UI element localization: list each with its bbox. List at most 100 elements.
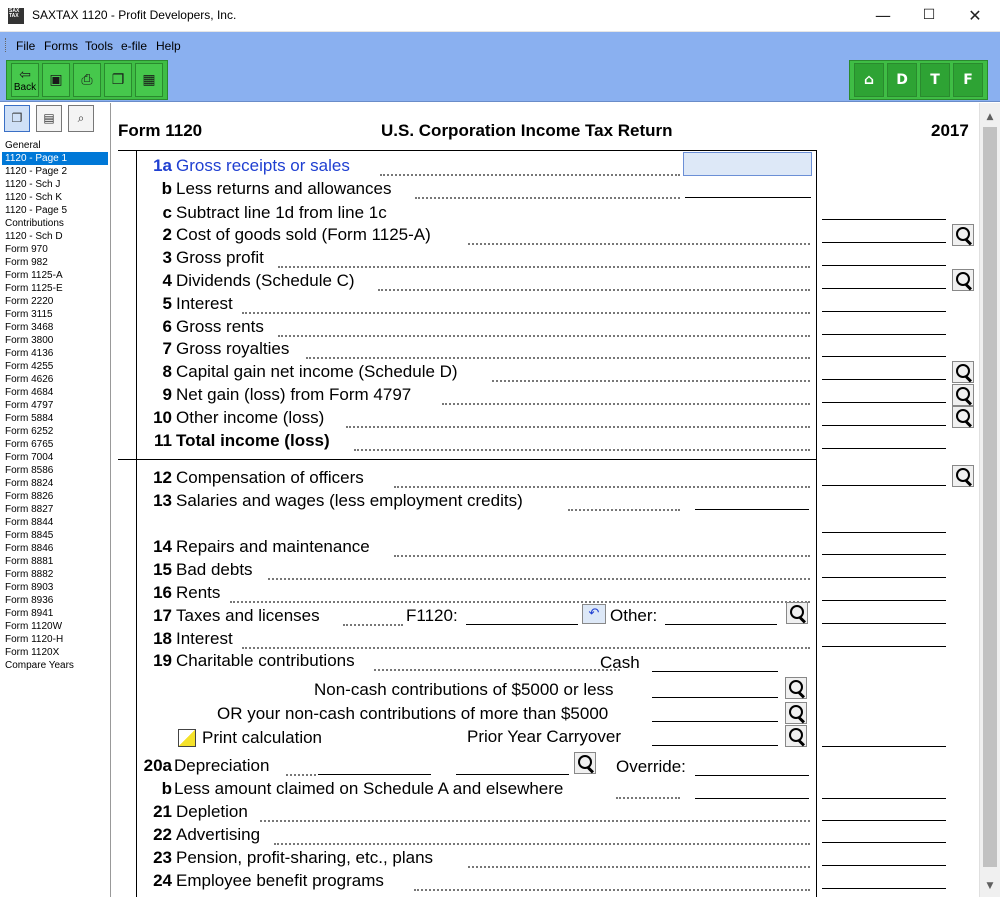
taxes-f1120-input[interactable] (466, 605, 578, 625)
close-button[interactable]: ✕ (952, 0, 998, 31)
noncash-more-input[interactable] (652, 702, 778, 722)
depreciation-override-input[interactable] (695, 756, 809, 776)
sidebar-form-item[interactable]: Form 1120W (2, 620, 108, 633)
sidebar-form-item[interactable]: Form 8881 (2, 555, 108, 568)
line-4-lookup-button[interactable] (952, 269, 974, 291)
sidebar-form-item[interactable]: 1120 - Page 5 (2, 204, 108, 217)
sidebar-form-item[interactable]: Form 3115 (2, 308, 108, 321)
sidebar-form-item[interactable]: Form 1125-A (2, 269, 108, 282)
line-12-amount[interactable] (822, 466, 946, 486)
line-13-amount[interactable] (822, 513, 946, 533)
sidebar-form-item[interactable]: Form 4255 (2, 360, 108, 373)
sidebar-form-item[interactable]: Form 8936 (2, 594, 108, 607)
scroll-up-arrow-icon[interactable]: ▲ (980, 109, 1000, 126)
line-9-lookup-button[interactable] (952, 384, 974, 406)
depreciation-secondary-input[interactable] (456, 755, 569, 775)
sidebar-form-item[interactable]: Form 8941 (2, 607, 108, 620)
sidebar-form-item[interactable]: Form 6765 (2, 438, 108, 451)
restore-button[interactable]: ↶ (582, 604, 606, 624)
irs-efile-button[interactable]: D (887, 63, 917, 97)
maximize-button[interactable]: ☐ (906, 0, 952, 31)
line-18-amount[interactable] (822, 627, 946, 647)
line-17-lookup-button[interactable] (786, 602, 808, 624)
depreciation-input[interactable] (318, 755, 431, 775)
line-6-amount[interactable] (822, 315, 946, 335)
line-5-amount[interactable] (822, 292, 946, 312)
home-button[interactable]: ⌂ (854, 63, 884, 97)
sidebar-form-item[interactable]: General (2, 139, 108, 152)
sidebar-form-item[interactable]: Form 8844 (2, 516, 108, 529)
cash-contributions-input[interactable] (652, 652, 778, 672)
line-8-amount[interactable] (822, 360, 946, 380)
pages-view-button[interactable]: ❐ (4, 105, 30, 132)
line-21-amount[interactable] (822, 801, 946, 821)
sidebar-form-item[interactable]: 1120 - Page 2 (2, 165, 108, 178)
taxes-other-input[interactable] (665, 605, 777, 625)
print-calculation-checkbox[interactable] (178, 729, 196, 747)
prior-year-carryover-input[interactable] (652, 726, 778, 746)
sidebar-form-item[interactable]: 1120 - Sch J (2, 178, 108, 191)
calculator-button[interactable]: ▦ (135, 63, 163, 97)
line-19-amount[interactable] (822, 727, 946, 747)
salaries-wages-input[interactable] (695, 490, 809, 510)
sidebar-form-item[interactable]: 1120 - Sch K (2, 191, 108, 204)
document-view-button[interactable]: ▤ (36, 105, 62, 132)
copy-button[interactable]: ❐ (104, 63, 132, 97)
print-button[interactable]: ⎙ (73, 63, 101, 97)
sidebar-form-item[interactable]: Form 1125-E (2, 282, 108, 295)
preview-button[interactable]: ⌕ (68, 105, 94, 132)
sidebar-form-item[interactable]: Form 970 (2, 243, 108, 256)
sidebar-form-item[interactable]: Form 8826 (2, 490, 108, 503)
sidebar-form-item[interactable]: Form 8824 (2, 477, 108, 490)
menu-help[interactable]: Help (156, 39, 181, 53)
save-button[interactable]: ▣ (42, 63, 70, 97)
sidebar-form-item[interactable]: Form 3468 (2, 321, 108, 334)
sidebar-form-item[interactable]: Form 2220 (2, 295, 108, 308)
sidebar-form-item[interactable]: Form 8586 (2, 464, 108, 477)
noncash-more-lookup-button[interactable] (785, 702, 807, 724)
menu-file[interactable]: File (16, 39, 35, 53)
line-2-amount[interactable] (822, 223, 946, 243)
line-7-amount[interactable] (822, 337, 946, 357)
line-8-lookup-button[interactable] (952, 361, 974, 383)
menu-efile[interactable]: e-file (121, 39, 147, 53)
total-income-amount[interactable] (822, 429, 946, 449)
line-14-amount[interactable] (822, 535, 946, 555)
sidebar-form-item[interactable]: Form 4626 (2, 373, 108, 386)
scrollbar-thumb[interactable] (983, 127, 997, 867)
sidebar-form-item[interactable]: Form 5884 (2, 412, 108, 425)
sidebar-form-item[interactable]: Form 1120X (2, 646, 108, 659)
noncash-less-lookup-button[interactable] (785, 677, 807, 699)
state-t-button[interactable]: T (920, 63, 950, 97)
sidebar-form-item[interactable]: Form 6252 (2, 425, 108, 438)
sidebar-form-item[interactable]: 1120 - Page 1 (2, 152, 108, 165)
line-24-amount[interactable] (822, 869, 946, 889)
sidebar-form-item[interactable]: Form 3800 (2, 334, 108, 347)
line-10-lookup-button[interactable] (952, 406, 974, 428)
less-amount-claimed-input[interactable] (695, 779, 809, 799)
line-20-amount[interactable] (822, 779, 946, 799)
back-button[interactable]: ⇦ Back (11, 63, 39, 97)
sidebar-form-item[interactable]: 1120 - Sch D (2, 230, 108, 243)
line-9-amount[interactable] (822, 383, 946, 403)
sidebar-form-item[interactable]: Form 4684 (2, 386, 108, 399)
depreciation-lookup-button[interactable] (574, 752, 596, 774)
noncash-less-input[interactable] (652, 678, 778, 698)
line-17-amount[interactable] (822, 604, 946, 624)
sidebar-form-item[interactable]: Form 8845 (2, 529, 108, 542)
sidebar-form-item[interactable]: Form 8903 (2, 581, 108, 594)
state-f-button[interactable]: F (953, 63, 983, 97)
sidebar-form-item[interactable]: Form 8846 (2, 542, 108, 555)
line-22-amount[interactable] (822, 823, 946, 843)
sidebar-form-item[interactable]: Form 8882 (2, 568, 108, 581)
sidebar-form-item[interactable]: Compare Years (2, 659, 108, 672)
returns-allowances-input[interactable] (685, 178, 811, 198)
scroll-down-arrow-icon[interactable]: ▼ (980, 878, 1000, 895)
menu-forms[interactable]: Forms (44, 39, 78, 53)
line-10-amount[interactable] (822, 406, 946, 426)
minimize-button[interactable]: — (860, 0, 906, 31)
line-15-amount[interactable] (822, 558, 946, 578)
vertical-scrollbar[interactable]: ▲ ▼ (979, 103, 1000, 897)
menu-tools[interactable]: Tools (85, 39, 113, 53)
sidebar-form-item[interactable]: Form 1120-H (2, 633, 108, 646)
